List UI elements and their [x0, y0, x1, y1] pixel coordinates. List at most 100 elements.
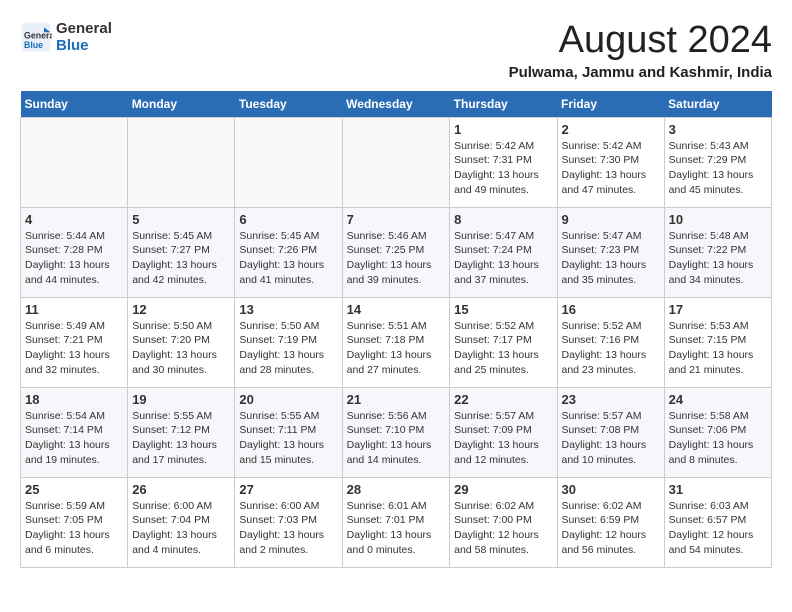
- day-number: 10: [669, 212, 767, 227]
- calendar-cell: 22 Sunrise: 5:57 AMSunset: 7:09 PMDayligh…: [450, 387, 557, 477]
- day-number: 28: [347, 482, 446, 497]
- cell-info: Sunrise: 5:42 AMSunset: 7:31 PMDaylight:…: [454, 139, 552, 198]
- calendar-cell: 20Sunrise: 5:55 AMSunset: 7:11 PMDayligh…: [235, 387, 342, 477]
- header-friday: Friday: [557, 91, 664, 118]
- cell-info: Sunrise: 5:50 AMSunset: 7:20 PMDaylight:…: [132, 319, 230, 378]
- cell-info: Sunrise: 5:49 AMSunset: 7:21 PMDaylight:…: [25, 319, 123, 378]
- calendar-cell: 5Sunrise: 5:45 AMSunset: 7:27 PMDaylight…: [128, 207, 235, 297]
- header-saturday: Saturday: [664, 91, 771, 118]
- week-row-5: 25 Sunrise: 5:59 AMSunset: 7:05 PMDayligh…: [21, 477, 772, 567]
- day-number: 25: [25, 482, 123, 497]
- header-monday: Monday: [128, 91, 235, 118]
- cell-info: Sunrise: 5:54 AMSunset: 7:14 PMDaylight:…: [25, 409, 123, 468]
- day-number: 22: [454, 392, 552, 407]
- calendar-cell: 9 Sunrise: 5:47 AMSunset: 7:23 PMDaylight…: [557, 207, 664, 297]
- calendar-cell: 4 Sunrise: 5:44 AMSunset: 7:28 PMDaylight…: [21, 207, 128, 297]
- day-number: 13: [239, 302, 337, 317]
- day-number: 8: [454, 212, 552, 227]
- day-number: 29: [454, 482, 552, 497]
- day-number: 19: [132, 392, 230, 407]
- day-number: 18: [25, 392, 123, 407]
- cell-info: Sunrise: 5:58 AMSunset: 7:06 PMDaylight:…: [669, 409, 767, 468]
- calendar-cell: 21 Sunrise: 5:56 AMSunset: 7:10 PMDayligh…: [342, 387, 450, 477]
- header-wednesday: Wednesday: [342, 91, 450, 118]
- svg-text:Blue: Blue: [24, 40, 43, 50]
- cell-info: Sunrise: 5:57 AMSunset: 7:08 PMDaylight:…: [562, 409, 660, 468]
- cell-info: Sunrise: 5:56 AMSunset: 7:10 PMDaylight:…: [347, 409, 446, 468]
- day-number: 6: [239, 212, 337, 227]
- calendar-cell: 19 Sunrise: 5:55 AMSunset: 7:12 PMDayligh…: [128, 387, 235, 477]
- logo-line1: General: [56, 20, 112, 37]
- cell-info: Sunrise: 6:02 AMSunset: 6:59 PMDaylight:…: [562, 499, 660, 558]
- cell-info: Sunrise: 5:55 AMSunset: 7:12 PMDaylight:…: [132, 409, 230, 468]
- cell-info: Sunrise: 5:55 AMSunset: 7:11 PMDaylight:…: [239, 409, 337, 468]
- cell-info: Sunrise: 5:52 AMSunset: 7:17 PMDaylight:…: [454, 319, 552, 378]
- day-number: 9: [562, 212, 660, 227]
- cell-info: Sunrise: 5:59 AMSunset: 7:05 PMDaylight:…: [25, 499, 123, 558]
- header-tuesday: Tuesday: [235, 91, 342, 118]
- cell-info: Sunrise: 5:42 AMSunset: 7:30 PMDaylight:…: [562, 139, 660, 198]
- calendar-cell: 12 Sunrise: 5:50 AMSunset: 7:20 PMDayligh…: [128, 297, 235, 387]
- day-number: 31: [669, 482, 767, 497]
- calendar-cell: 15Sunrise: 5:52 AMSunset: 7:17 PMDayligh…: [450, 297, 557, 387]
- calendar-cell: 14 Sunrise: 5:51 AMSunset: 7:18 PMDayligh…: [342, 297, 450, 387]
- calendar-cell: 28Sunrise: 6:01 AMSunset: 7:01 PMDayligh…: [342, 477, 450, 567]
- calendar-cell: 26 Sunrise: 6:00 AMSunset: 7:04 PMDayligh…: [128, 477, 235, 567]
- calendar-cell: 29 Sunrise: 6:02 AMSunset: 7:00 PMDayligh…: [450, 477, 557, 567]
- day-number: 12: [132, 302, 230, 317]
- calendar-cell: 8 Sunrise: 5:47 AMSunset: 7:24 PMDaylight…: [450, 207, 557, 297]
- calendar-cell: 6 Sunrise: 5:45 AMSunset: 7:26 PMDaylight…: [235, 207, 342, 297]
- day-number: 23: [562, 392, 660, 407]
- calendar-cell: [21, 117, 128, 207]
- logo-line2: Blue: [56, 37, 112, 54]
- calendar-cell: 17Sunrise: 5:53 AMSunset: 7:15 PMDayligh…: [664, 297, 771, 387]
- calendar-cell: 24Sunrise: 5:58 AMSunset: 7:06 PMDayligh…: [664, 387, 771, 477]
- calendar-cell: 11Sunrise: 5:49 AMSunset: 7:21 PMDayligh…: [21, 297, 128, 387]
- week-row-3: 11Sunrise: 5:49 AMSunset: 7:21 PMDayligh…: [21, 297, 772, 387]
- calendar-cell: [128, 117, 235, 207]
- header-thursday: Thursday: [450, 91, 557, 118]
- title-block: August 2024 Pulwama, Jammu and Kashmir, …: [509, 20, 772, 81]
- cell-info: Sunrise: 5:44 AMSunset: 7:28 PMDaylight:…: [25, 229, 123, 288]
- header-row: SundayMondayTuesdayWednesdayThursdayFrid…: [21, 91, 772, 118]
- logo: General Blue General Blue: [20, 20, 112, 54]
- day-number: 4: [25, 212, 123, 227]
- cell-info: Sunrise: 5:45 AMSunset: 7:26 PMDaylight:…: [239, 229, 337, 288]
- calendar-cell: 10Sunrise: 5:48 AMSunset: 7:22 PMDayligh…: [664, 207, 771, 297]
- calendar-table: SundayMondayTuesdayWednesdayThursdayFrid…: [20, 91, 772, 568]
- header-sunday: Sunday: [21, 91, 128, 118]
- day-number: 14: [347, 302, 446, 317]
- page-header: General Blue General Blue August 2024 Pu…: [20, 20, 772, 81]
- calendar-cell: [235, 117, 342, 207]
- day-number: 30: [562, 482, 660, 497]
- logo-icon: General Blue: [20, 21, 52, 53]
- day-number: 27: [239, 482, 337, 497]
- cell-info: Sunrise: 5:51 AMSunset: 7:18 PMDaylight:…: [347, 319, 446, 378]
- cell-info: Sunrise: 5:45 AMSunset: 7:27 PMDaylight:…: [132, 229, 230, 288]
- calendar-cell: 13 Sunrise: 5:50 AMSunset: 7:19 PMDayligh…: [235, 297, 342, 387]
- cell-info: Sunrise: 5:52 AMSunset: 7:16 PMDaylight:…: [562, 319, 660, 378]
- cell-info: Sunrise: 5:43 AMSunset: 7:29 PMDaylight:…: [669, 139, 767, 198]
- month-year: August 2024: [509, 20, 772, 62]
- week-row-2: 4 Sunrise: 5:44 AMSunset: 7:28 PMDaylight…: [21, 207, 772, 297]
- cell-info: Sunrise: 6:00 AMSunset: 7:04 PMDaylight:…: [132, 499, 230, 558]
- week-row-1: 1 Sunrise: 5:42 AMSunset: 7:31 PMDaylight…: [21, 117, 772, 207]
- calendar-cell: 23 Sunrise: 5:57 AMSunset: 7:08 PMDayligh…: [557, 387, 664, 477]
- day-number: 26: [132, 482, 230, 497]
- cell-info: Sunrise: 5:47 AMSunset: 7:23 PMDaylight:…: [562, 229, 660, 288]
- cell-info: Sunrise: 5:47 AMSunset: 7:24 PMDaylight:…: [454, 229, 552, 288]
- cell-info: Sunrise: 5:50 AMSunset: 7:19 PMDaylight:…: [239, 319, 337, 378]
- cell-info: Sunrise: 6:02 AMSunset: 7:00 PMDaylight:…: [454, 499, 552, 558]
- calendar-body: 1 Sunrise: 5:42 AMSunset: 7:31 PMDaylight…: [21, 117, 772, 567]
- day-number: 21: [347, 392, 446, 407]
- calendar-cell: 27 Sunrise: 6:00 AMSunset: 7:03 PMDayligh…: [235, 477, 342, 567]
- cell-info: Sunrise: 5:57 AMSunset: 7:09 PMDaylight:…: [454, 409, 552, 468]
- cell-info: Sunrise: 5:46 AMSunset: 7:25 PMDaylight:…: [347, 229, 446, 288]
- calendar-cell: 16Sunrise: 5:52 AMSunset: 7:16 PMDayligh…: [557, 297, 664, 387]
- calendar-cell: 1 Sunrise: 5:42 AMSunset: 7:31 PMDaylight…: [450, 117, 557, 207]
- calendar-cell: 2Sunrise: 5:42 AMSunset: 7:30 PMDaylight…: [557, 117, 664, 207]
- calendar-cell: 18 Sunrise: 5:54 AMSunset: 7:14 PMDayligh…: [21, 387, 128, 477]
- calendar-cell: [342, 117, 450, 207]
- cell-info: Sunrise: 6:00 AMSunset: 7:03 PMDaylight:…: [239, 499, 337, 558]
- day-number: 1: [454, 122, 552, 137]
